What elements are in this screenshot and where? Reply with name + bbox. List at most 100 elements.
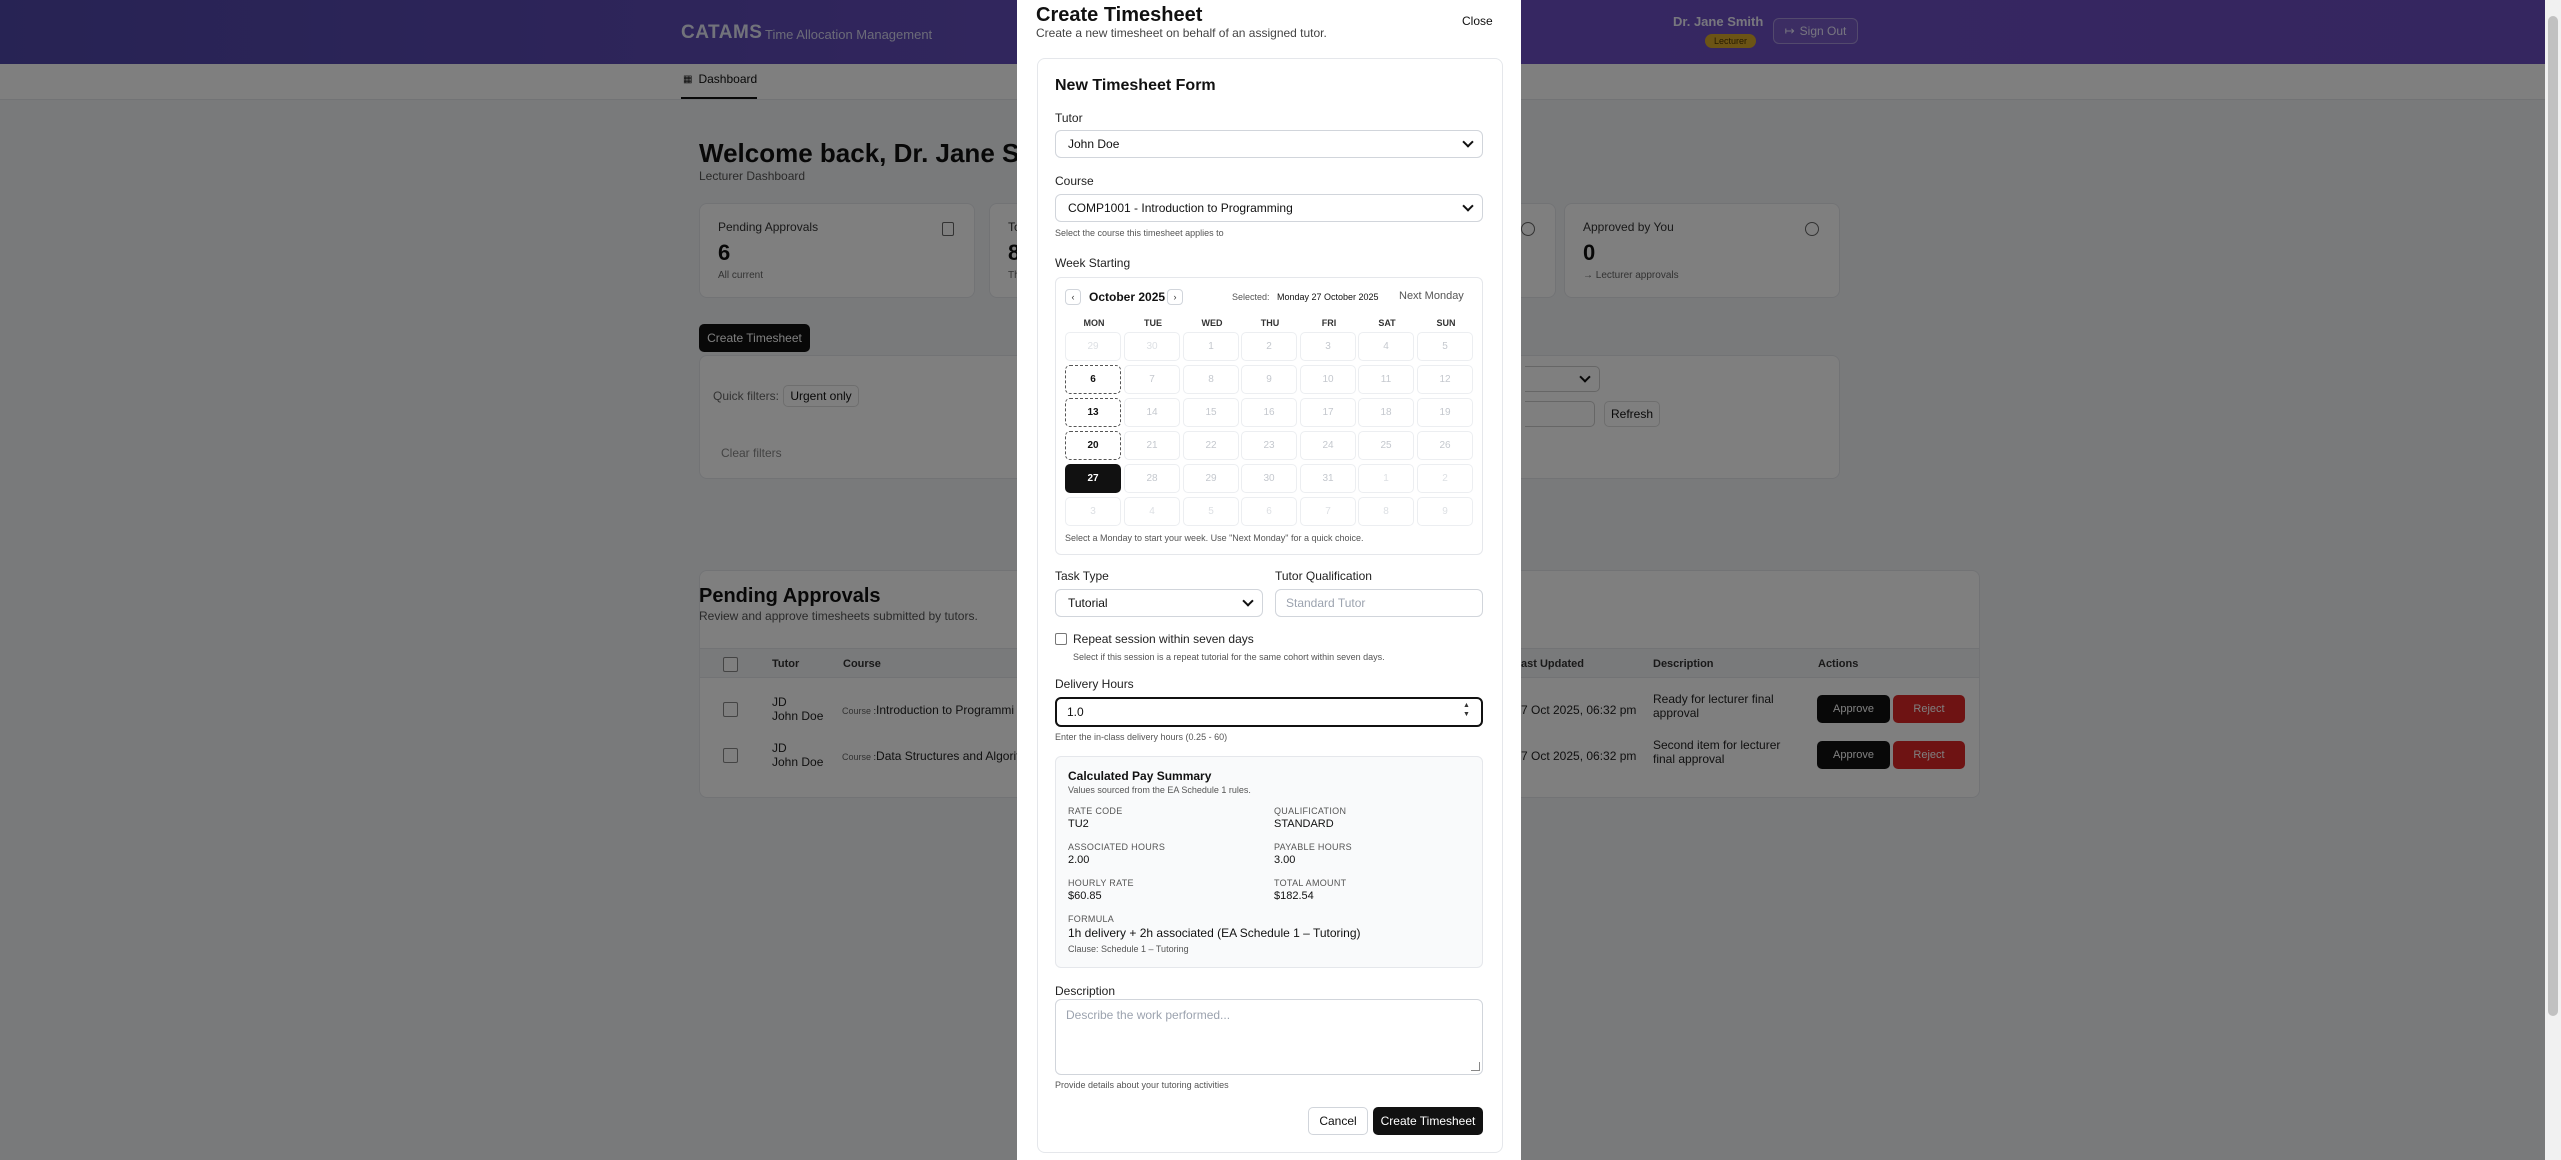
calendar-day: 18 bbox=[1358, 398, 1414, 427]
resize-handle-icon[interactable] bbox=[1471, 1062, 1480, 1071]
rate-code-value: TU2 bbox=[1068, 818, 1089, 830]
calendar-day[interactable]: 13 bbox=[1065, 398, 1121, 427]
calendar-day: 9 bbox=[1241, 365, 1297, 394]
calendar-day: 16 bbox=[1241, 398, 1297, 427]
description-label: Description bbox=[1055, 984, 1116, 998]
weekday-wed: WED bbox=[1201, 318, 1223, 328]
calendar-hint: Select a Monday to start your week. Use … bbox=[1065, 533, 1364, 543]
course-label: Course bbox=[1055, 174, 1094, 188]
calendar-day: 30 bbox=[1241, 464, 1297, 493]
repeat-session-hint: Select if this session is a repeat tutor… bbox=[1073, 652, 1385, 662]
repeat-session-label[interactable]: Repeat session within seven days bbox=[1073, 632, 1254, 646]
task-type-select[interactable]: Tutorial bbox=[1055, 589, 1263, 617]
calendar-day: 7 bbox=[1124, 365, 1180, 394]
formula-label: FORMULA bbox=[1068, 914, 1115, 924]
calendar-day: 1 bbox=[1183, 332, 1239, 361]
task-type-label: Task Type bbox=[1055, 569, 1109, 583]
calendar-day: 4 bbox=[1358, 332, 1414, 361]
payable-hours-label: PAYABLE HOURS bbox=[1274, 842, 1352, 852]
pay-summary-title: Calculated Pay Summary bbox=[1068, 769, 1212, 783]
calendar-day: 2 bbox=[1241, 332, 1297, 361]
calendar-day: 29 bbox=[1065, 332, 1121, 361]
calendar-day: 23 bbox=[1241, 431, 1297, 460]
calendar-day: 8 bbox=[1183, 365, 1239, 394]
calendar-day: 3 bbox=[1300, 332, 1356, 361]
weekday-tue: TUE bbox=[1144, 318, 1162, 328]
qualification-field[interactable]: Standard Tutor bbox=[1275, 589, 1483, 617]
close-button[interactable]: Close bbox=[1462, 14, 1493, 28]
pay-qualification-value: STANDARD bbox=[1274, 818, 1334, 830]
course-select[interactable]: COMP1001 - Introduction to Programming bbox=[1055, 194, 1483, 222]
calendar-day: 28 bbox=[1124, 464, 1180, 493]
weekday-thu: THU bbox=[1260, 318, 1280, 328]
calendar-day: 5 bbox=[1417, 332, 1473, 361]
next-month-button[interactable]: › bbox=[1167, 289, 1183, 305]
modal-subtitle: Create a new timesheet on behalf of an a… bbox=[1036, 26, 1327, 40]
calendar-day: 31 bbox=[1300, 464, 1356, 493]
delivery-hours-value: 1.0 bbox=[1067, 705, 1084, 719]
calendar-day: 7 bbox=[1300, 497, 1356, 526]
calendar-day: 26 bbox=[1417, 431, 1473, 460]
calendar-day: 11 bbox=[1358, 365, 1414, 394]
calendar-day: 24 bbox=[1300, 431, 1356, 460]
description-textarea[interactable]: Describe the work performed... bbox=[1055, 999, 1483, 1075]
modal-title: Create Timesheet bbox=[1036, 4, 1203, 26]
total-amount-value: $182.54 bbox=[1274, 890, 1314, 902]
calendar-day: 3 bbox=[1065, 497, 1121, 526]
chevron-down-icon bbox=[1462, 136, 1474, 148]
pay-summary-subtitle: Values sourced from the EA Schedule 1 ru… bbox=[1068, 785, 1251, 795]
calendar-day: 2 bbox=[1417, 464, 1473, 493]
calendar-day[interactable]: 27 bbox=[1065, 464, 1121, 493]
associated-hours-label: ASSOCIATED HOURS bbox=[1068, 842, 1166, 852]
calendar-day: 8 bbox=[1358, 497, 1414, 526]
delivery-hours-hint: Enter the in-class delivery hours (0.25 … bbox=[1055, 732, 1228, 742]
calendar-month: October 2025 bbox=[1089, 290, 1166, 304]
tutor-select[interactable]: John Doe bbox=[1055, 130, 1483, 158]
chevron-down-icon bbox=[1462, 200, 1474, 212]
calendar-day: 21 bbox=[1124, 431, 1180, 460]
prev-month-button[interactable]: ‹ bbox=[1065, 289, 1081, 305]
calendar-day: 1 bbox=[1358, 464, 1414, 493]
formula-value: 1h delivery + 2h associated (EA Schedule… bbox=[1068, 926, 1361, 940]
cancel-button[interactable]: Cancel bbox=[1308, 1107, 1368, 1135]
calendar-day: 29 bbox=[1183, 464, 1239, 493]
hourly-rate-label: HOURLY RATE bbox=[1068, 878, 1134, 888]
selected-date: Monday 27 October 2025 bbox=[1277, 292, 1379, 302]
qualification-label: Tutor Qualification bbox=[1275, 569, 1372, 583]
hourly-rate-value: $60.85 bbox=[1068, 890, 1102, 902]
course-hint: Select the course this timesheet applies… bbox=[1055, 228, 1224, 238]
calendar-day: 9 bbox=[1417, 497, 1473, 526]
weekday-sat: SAT bbox=[1378, 318, 1396, 328]
calendar-day: 30 bbox=[1124, 332, 1180, 361]
calendar-day: 6 bbox=[1241, 497, 1297, 526]
rate-code-label: RATE CODE bbox=[1068, 806, 1123, 816]
tutor-label: Tutor bbox=[1055, 111, 1083, 125]
description-placeholder: Describe the work performed... bbox=[1066, 1008, 1231, 1022]
form-title: New Timesheet Form bbox=[1055, 77, 1216, 94]
description-hint: Provide details about your tutoring acti… bbox=[1055, 1080, 1229, 1090]
calendar-day[interactable]: 6 bbox=[1065, 365, 1121, 394]
repeat-session-checkbox[interactable] bbox=[1055, 633, 1067, 645]
payable-hours-value: 3.00 bbox=[1274, 854, 1296, 866]
weekday-fri: FRI bbox=[1321, 318, 1337, 328]
calendar-day: 19 bbox=[1417, 398, 1473, 427]
calendar-day: 5 bbox=[1183, 497, 1239, 526]
submit-timesheet-button[interactable]: Create Timesheet bbox=[1373, 1107, 1483, 1135]
calendar-day: 10 bbox=[1300, 365, 1356, 394]
calendar-day: 12 bbox=[1417, 365, 1473, 394]
scrollbar-thumb[interactable] bbox=[2548, 16, 2558, 1016]
next-monday-button[interactable]: Next Monday bbox=[1399, 290, 1464, 302]
week-starting-label: Week Starting bbox=[1055, 256, 1131, 270]
total-amount-label: TOTAL AMOUNT bbox=[1274, 878, 1347, 888]
pay-qualification-label: QUALIFICATION bbox=[1274, 806, 1347, 816]
number-spinner-icon[interactable]: ▲ ▼ bbox=[1463, 701, 1470, 719]
calendar-day: 15 bbox=[1183, 398, 1239, 427]
qualification-placeholder: Standard Tutor bbox=[1286, 596, 1366, 610]
calendar-day: 25 bbox=[1358, 431, 1414, 460]
delivery-hours-input[interactable]: 1.0 bbox=[1055, 697, 1483, 727]
calendar-day: 17 bbox=[1300, 398, 1356, 427]
calendar-day: 14 bbox=[1124, 398, 1180, 427]
weekday-mon: MON bbox=[1083, 318, 1105, 328]
calendar-day[interactable]: 20 bbox=[1065, 431, 1121, 460]
tutor-select-value: John Doe bbox=[1068, 137, 1120, 151]
